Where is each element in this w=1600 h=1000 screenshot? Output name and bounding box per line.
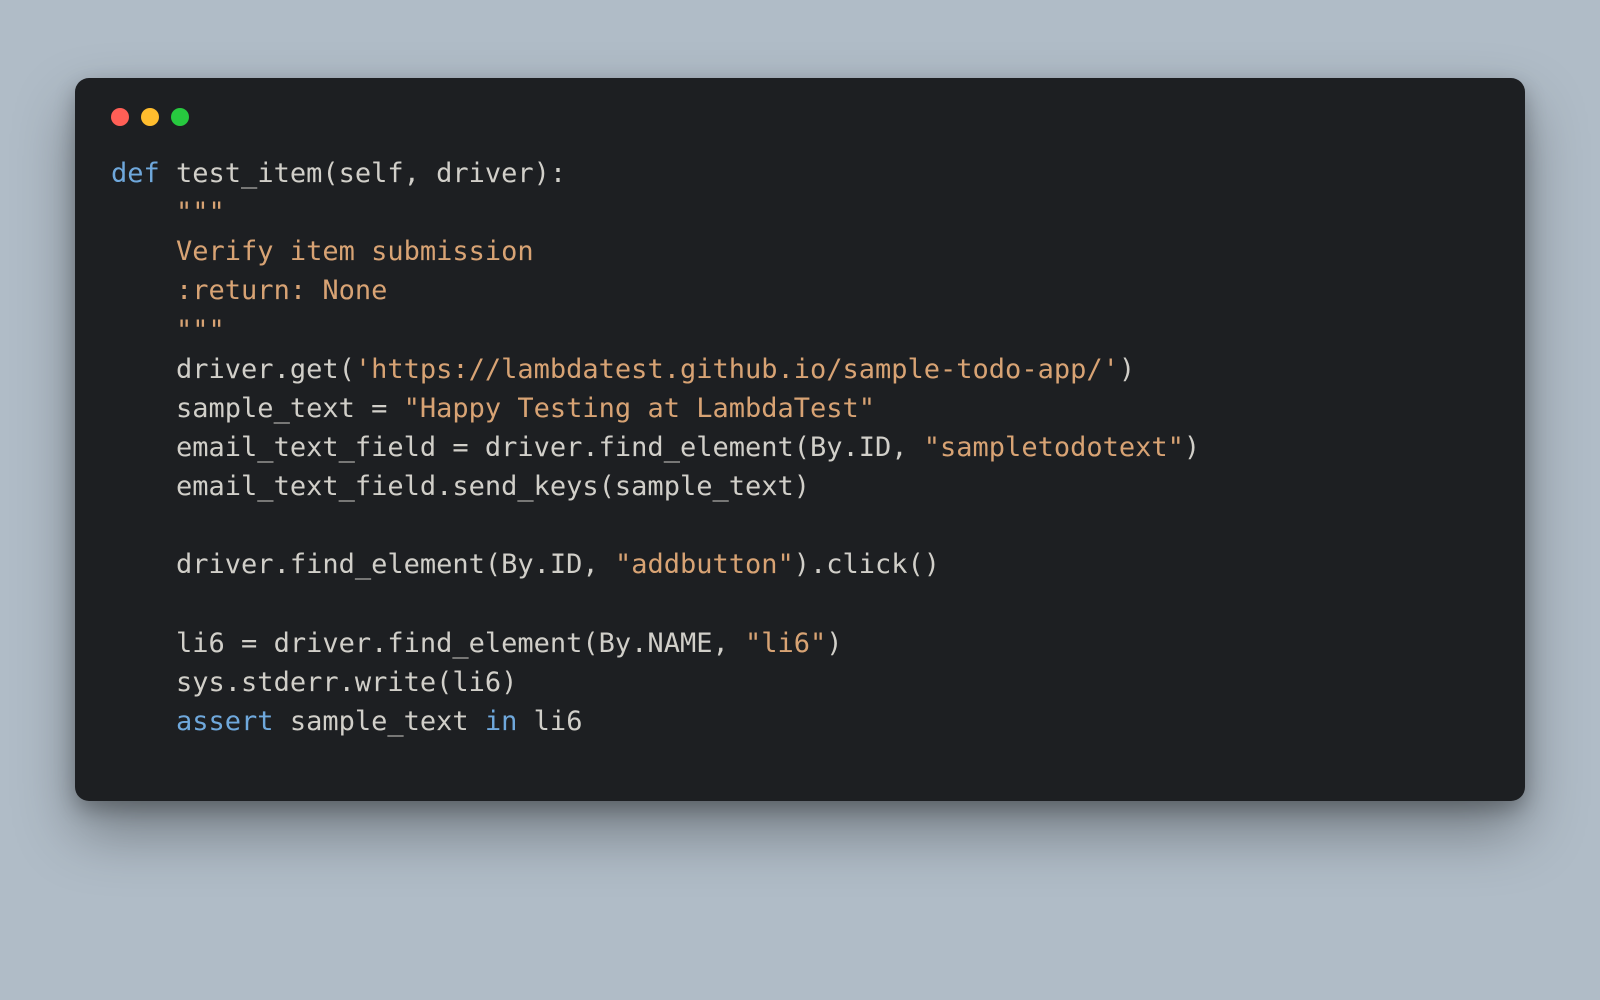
code-token: li6 (517, 706, 582, 737)
code-token: :return: None (176, 275, 387, 306)
code-token: """ (176, 197, 225, 228)
code-token: sys.stderr.write(li6) (176, 667, 517, 698)
code-window: def test_item(self, driver): """ Verify … (75, 78, 1525, 801)
code-token: ) (826, 628, 842, 659)
code-token: "Happy Testing at LambdaTest" (404, 393, 875, 424)
code-token: li6 = driver.find_element(By.NAME, (176, 628, 745, 659)
code-token: "li6" (745, 628, 826, 659)
code-token: "addbutton" (615, 549, 794, 580)
code-token: driver.get( (176, 354, 355, 385)
minimize-icon[interactable] (141, 108, 159, 126)
code-token: def (111, 158, 160, 189)
code-token: test_item(self, driver): (160, 158, 566, 189)
code-token: "sampletodotext" (924, 432, 1184, 463)
code-token: driver.find_element(By.ID, (176, 549, 615, 580)
code-token: email_text_field.send_keys(sample_text) (176, 471, 810, 502)
code-token: ) (1119, 354, 1135, 385)
code-block: def test_item(self, driver): """ Verify … (111, 154, 1489, 741)
code-token: """ (176, 315, 225, 346)
window-controls (111, 108, 1489, 126)
code-token: Verify item submission (176, 236, 534, 267)
code-token: ).click() (794, 549, 940, 580)
code-token: ) (1184, 432, 1200, 463)
code-token: email_text_field = driver.find_element(B… (176, 432, 924, 463)
code-token: assert (176, 706, 274, 737)
zoom-icon[interactable] (171, 108, 189, 126)
code-token: sample_text = (176, 393, 404, 424)
close-icon[interactable] (111, 108, 129, 126)
code-token: sample_text (274, 706, 485, 737)
code-token: in (485, 706, 518, 737)
code-token: 'https://lambdatest.github.io/sample-tod… (355, 354, 1119, 385)
